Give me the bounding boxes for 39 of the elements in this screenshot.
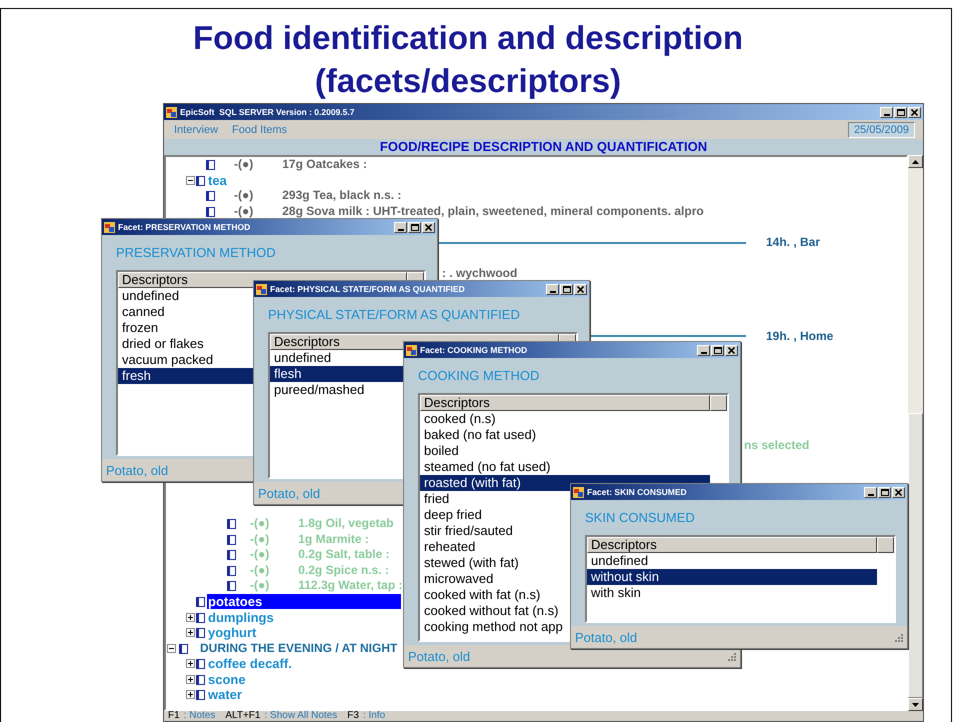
food-name: Potato, old — [106, 462, 168, 478]
status-marker: -(●) — [250, 532, 270, 546]
time-label: 19h. , Home — [766, 330, 834, 343]
window-title: EpicSoft SQL SERVER Version : 0.2009.5.7 — [180, 107, 356, 117]
food-name: Potato, old — [258, 486, 320, 500]
date-field: 25/05/2009 — [848, 122, 915, 138]
shortcut-key: ALT+F1 — [225, 711, 260, 721]
slide-title: Food identification and description — [193, 18, 743, 58]
food-entry: 0.2g Spice n.s. : — [298, 564, 389, 577]
shortcut-key: F1 — [168, 711, 180, 721]
dialog-heading: SKIN CONSUMED — [585, 510, 695, 525]
window-title: Facet: PHYSICAL STATE/FORM AS QUANTIFIED — [270, 284, 466, 294]
food-entry: 293g Tea, black n.s. : — [282, 189, 402, 202]
food-entry: 28g Sova milk : UHT-treated, plain, sweetened, mineral components. alpro — [282, 205, 704, 218]
selection-summary: ns selected — [744, 438, 810, 452]
time-label: 14h. , Bar — [766, 236, 820, 250]
window-title: Facet: PRESERVATION METHOD — [118, 222, 252, 232]
food-entry: : . wychwood — [442, 267, 518, 280]
screen-heading: FOOD/RECIPE DESCRIPTION AND QUANTIFICATION — [164, 139, 923, 155]
status-marker: -(●) — [234, 189, 254, 202]
food-entry: 1.8g Oil, vegetab — [298, 516, 394, 530]
status-marker: -(●) — [250, 564, 270, 577]
status-marker: -(●) — [234, 205, 254, 218]
food-entry: 0.2g Salt, table : — [298, 548, 390, 562]
slide-title: (facets/descriptors) — [314, 61, 622, 101]
status-marker: -(●) — [250, 579, 270, 592]
food-entry: 1g Marmite : — [298, 532, 369, 546]
food-name: Potato, old — [575, 630, 638, 644]
status-marker: -(●) — [234, 158, 254, 172]
food-name: Potato, old — [408, 648, 470, 664]
window-title: Facet: COOKING METHOD — [420, 345, 528, 355]
status-marker: -(●) — [250, 548, 270, 562]
food-entry: 112.3g Water, tap : — [298, 579, 403, 592]
dialog-heading: PRESERVATION METHOD — [116, 245, 276, 260]
dialog-heading: COOKING METHOD — [418, 368, 540, 383]
food-entry: 17g Oatcakes : — [282, 158, 367, 172]
dialog-heading: PHYSICAL STATE/FORM AS QUANTIFIED — [268, 307, 520, 322]
status-marker: -(●) — [250, 516, 270, 530]
shortcut-key: F3 — [347, 711, 359, 721]
